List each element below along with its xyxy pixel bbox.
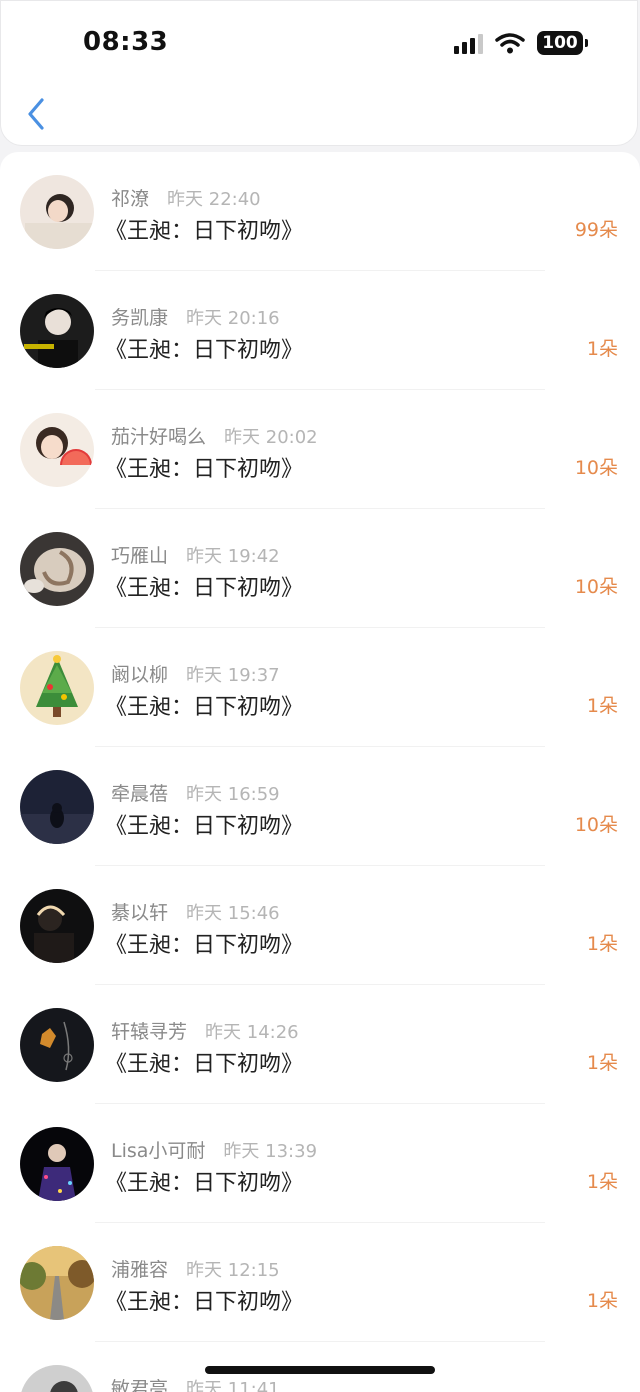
user-name: 务凯康	[111, 307, 169, 329]
avatar	[20, 1365, 94, 1392]
list-item[interactable]: 浦雅容 昨天 12:15 《王昶：日下初吻》 1朵	[0, 1223, 640, 1342]
gift-count: 1朵	[586, 1171, 618, 1193]
user-name: 牵晨蓓	[111, 783, 169, 805]
gift-count: 1朵	[586, 695, 618, 717]
avatar	[20, 1127, 94, 1201]
user-name: Lisa小可耐	[111, 1140, 206, 1162]
timestamp: 昨天 15:46	[186, 903, 280, 924]
avatar	[20, 413, 94, 487]
gift-count: 1朵	[586, 1290, 618, 1312]
gift-count: 10朵	[574, 576, 618, 598]
user-name: 祁潦	[111, 188, 150, 210]
top-bar: 08:33 100	[0, 0, 638, 146]
chevron-left-icon	[28, 98, 44, 130]
timestamp: 昨天 16:59	[186, 784, 280, 805]
user-name: 敏君亮	[111, 1378, 169, 1392]
gift-title: 《王昶：日下初吻》	[105, 1290, 304, 1315]
timestamp: 昨天 13:39	[223, 1141, 318, 1162]
back-button[interactable]	[23, 95, 51, 135]
gift-count: 99朵	[574, 219, 618, 241]
gift-count: 1朵	[586, 1052, 618, 1074]
list-item[interactable]: 轩辕寻芳 昨天 14:26 《王昶：日下初吻》 1朵	[0, 985, 640, 1104]
gift-title: 《王昶：日下初吻》	[105, 1052, 304, 1077]
status-time: 08:33	[83, 27, 169, 57]
timestamp: 昨天 19:37	[186, 665, 280, 686]
signal-icon	[454, 32, 483, 54]
avatar	[20, 770, 94, 844]
timestamp: 昨天 19:42	[186, 546, 280, 567]
list-item[interactable]: 綦以轩 昨天 15:46 《王昶：日下初吻》 1朵	[0, 866, 640, 985]
timestamp: 昨天 11:41	[186, 1379, 280, 1392]
status-icons: 100	[454, 31, 588, 55]
list-item[interactable]: 务凯康 昨天 20:16 《王昶：日下初吻》 1朵	[0, 271, 640, 390]
gift-title: 《王昶：日下初吻》	[105, 695, 304, 720]
avatar	[20, 175, 94, 249]
timestamp: 昨天 14:26	[205, 1022, 299, 1043]
list-item[interactable]: 茄汁好喝么 昨天 20:02 《王昶：日下初吻》 10朵	[0, 390, 640, 509]
user-name: 巧雁山	[111, 545, 169, 567]
timestamp: 昨天 20:16	[186, 308, 280, 329]
avatar	[20, 1008, 94, 1082]
list-item[interactable]: Lisa小可耐 昨天 13:39 《王昶：日下初吻》 1朵	[0, 1104, 640, 1223]
battery-icon: 100	[537, 31, 588, 55]
gift-count: 10朵	[574, 814, 618, 836]
avatar	[20, 1246, 94, 1320]
gift-title: 《王昶：日下初吻》	[105, 933, 304, 958]
gift-count: 1朵	[586, 933, 618, 955]
avatar	[20, 651, 94, 725]
gift-count: 10朵	[574, 457, 618, 479]
user-name: 浦雅容	[111, 1259, 169, 1281]
timestamp: 昨天 12:15	[186, 1260, 280, 1281]
gift-title: 《王昶：日下初吻》	[105, 1171, 304, 1196]
list-item[interactable]: 巧雁山 昨天 19:42 《王昶：日下初吻》 10朵	[0, 509, 640, 628]
avatar	[20, 532, 94, 606]
home-indicator[interactable]	[205, 1366, 435, 1374]
gift-count: 1朵	[586, 338, 618, 360]
avatar	[20, 294, 94, 368]
user-name: 綦以轩	[111, 902, 169, 924]
list-item[interactable]: 祁潦 昨天 22:40 《王昶：日下初吻》 99朵	[0, 152, 640, 271]
gift-title: 《王昶：日下初吻》	[105, 576, 304, 601]
timestamp: 昨天 20:02	[224, 427, 318, 448]
timestamp: 昨天 22:40	[167, 189, 261, 210]
list-item[interactable]: 阚以柳 昨天 19:37 《王昶：日下初吻》 1朵	[0, 628, 640, 747]
gift-title: 《王昶：日下初吻》	[105, 338, 304, 363]
wifi-icon	[495, 33, 525, 54]
user-name: 茄汁好喝么	[111, 426, 207, 448]
gift-title: 《王昶：日下初吻》	[105, 457, 304, 482]
gift-title: 《王昶：日下初吻》	[105, 219, 304, 244]
list-item[interactable]: 牵晨蓓 昨天 16:59 《王昶：日下初吻》 10朵	[0, 747, 640, 866]
avatar	[20, 889, 94, 963]
user-name: 轩辕寻芳	[111, 1021, 188, 1043]
gift-title: 《王昶：日下初吻》	[105, 814, 304, 839]
user-name: 阚以柳	[111, 664, 169, 686]
gift-record-list: 祁潦 昨天 22:40 《王昶：日下初吻》 99朵 务凯康 昨天 20:16 《王昶…	[0, 152, 640, 1392]
